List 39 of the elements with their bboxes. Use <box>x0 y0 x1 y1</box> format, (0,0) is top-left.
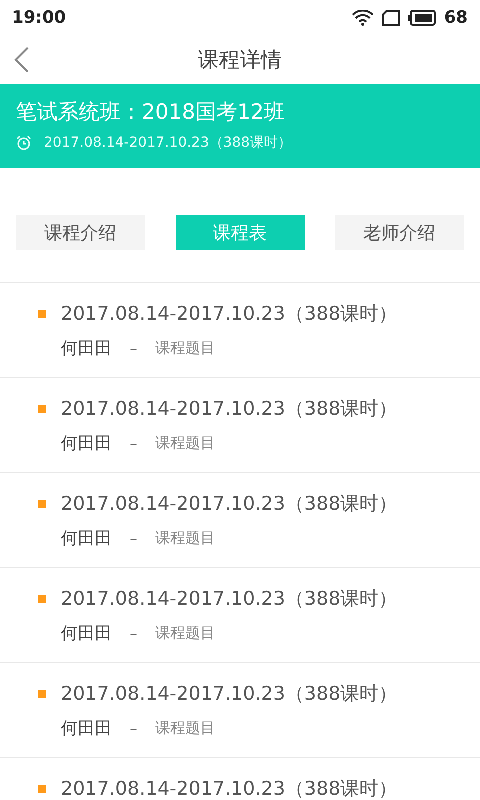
lesson-period: 2017.08.14-2017.10.23（388课时） <box>61 682 398 707</box>
lesson-topic: 课程题目 <box>156 719 216 738</box>
teacher-name: 何田田 <box>61 718 112 740</box>
wifi-icon <box>352 10 374 26</box>
teacher-name: 何田田 <box>61 528 112 550</box>
bullet-icon <box>38 595 46 603</box>
lesson-period: 2017.08.14-2017.10.23（388课时） <box>61 302 398 327</box>
status-time: 19:00 <box>12 8 66 28</box>
sim-card-icon <box>382 10 400 26</box>
tab[interactable]: 课程介绍 <box>16 215 145 250</box>
teacher-name: 何田田 <box>61 338 112 360</box>
separator-dash: – <box>130 340 138 358</box>
bullet-icon <box>38 785 46 793</box>
teacher-name: 何田田 <box>61 433 112 455</box>
page-title: 课程详情 <box>198 47 282 74</box>
lesson-period: 2017.08.14-2017.10.23（388课时） <box>61 587 398 612</box>
bullet-icon <box>38 405 46 413</box>
separator-dash: – <box>130 720 138 738</box>
battery-icon <box>408 10 436 26</box>
alarm-clock-icon <box>16 135 32 151</box>
lesson-topic: 课程题目 <box>156 339 216 358</box>
course-period: 2017.08.14-2017.10.23（388课时） <box>44 134 292 152</box>
separator-dash: – <box>130 434 138 452</box>
bullet-icon <box>38 500 46 508</box>
tab[interactable]: 老师介绍 <box>335 215 464 250</box>
separator-dash: – <box>130 530 138 548</box>
lesson-topic: 课程题目 <box>156 434 216 453</box>
lesson-topic: 课程题目 <box>156 529 216 548</box>
lesson-period: 2017.08.14-2017.10.23（388课时） <box>61 492 398 517</box>
bullet-icon <box>38 310 46 318</box>
lesson-period: 2017.08.14-2017.10.23（388课时） <box>61 777 398 800</box>
back-icon[interactable] <box>14 47 30 73</box>
lesson-topic: 课程题目 <box>156 624 216 643</box>
bullet-icon <box>38 690 46 698</box>
lesson-period: 2017.08.14-2017.10.23（388课时） <box>61 397 398 422</box>
course-title: 笔试系统班：2018国考12班 <box>16 99 286 126</box>
teacher-name: 何田田 <box>61 623 112 645</box>
battery-level: 68 <box>444 8 468 28</box>
separator-dash: – <box>130 624 138 642</box>
